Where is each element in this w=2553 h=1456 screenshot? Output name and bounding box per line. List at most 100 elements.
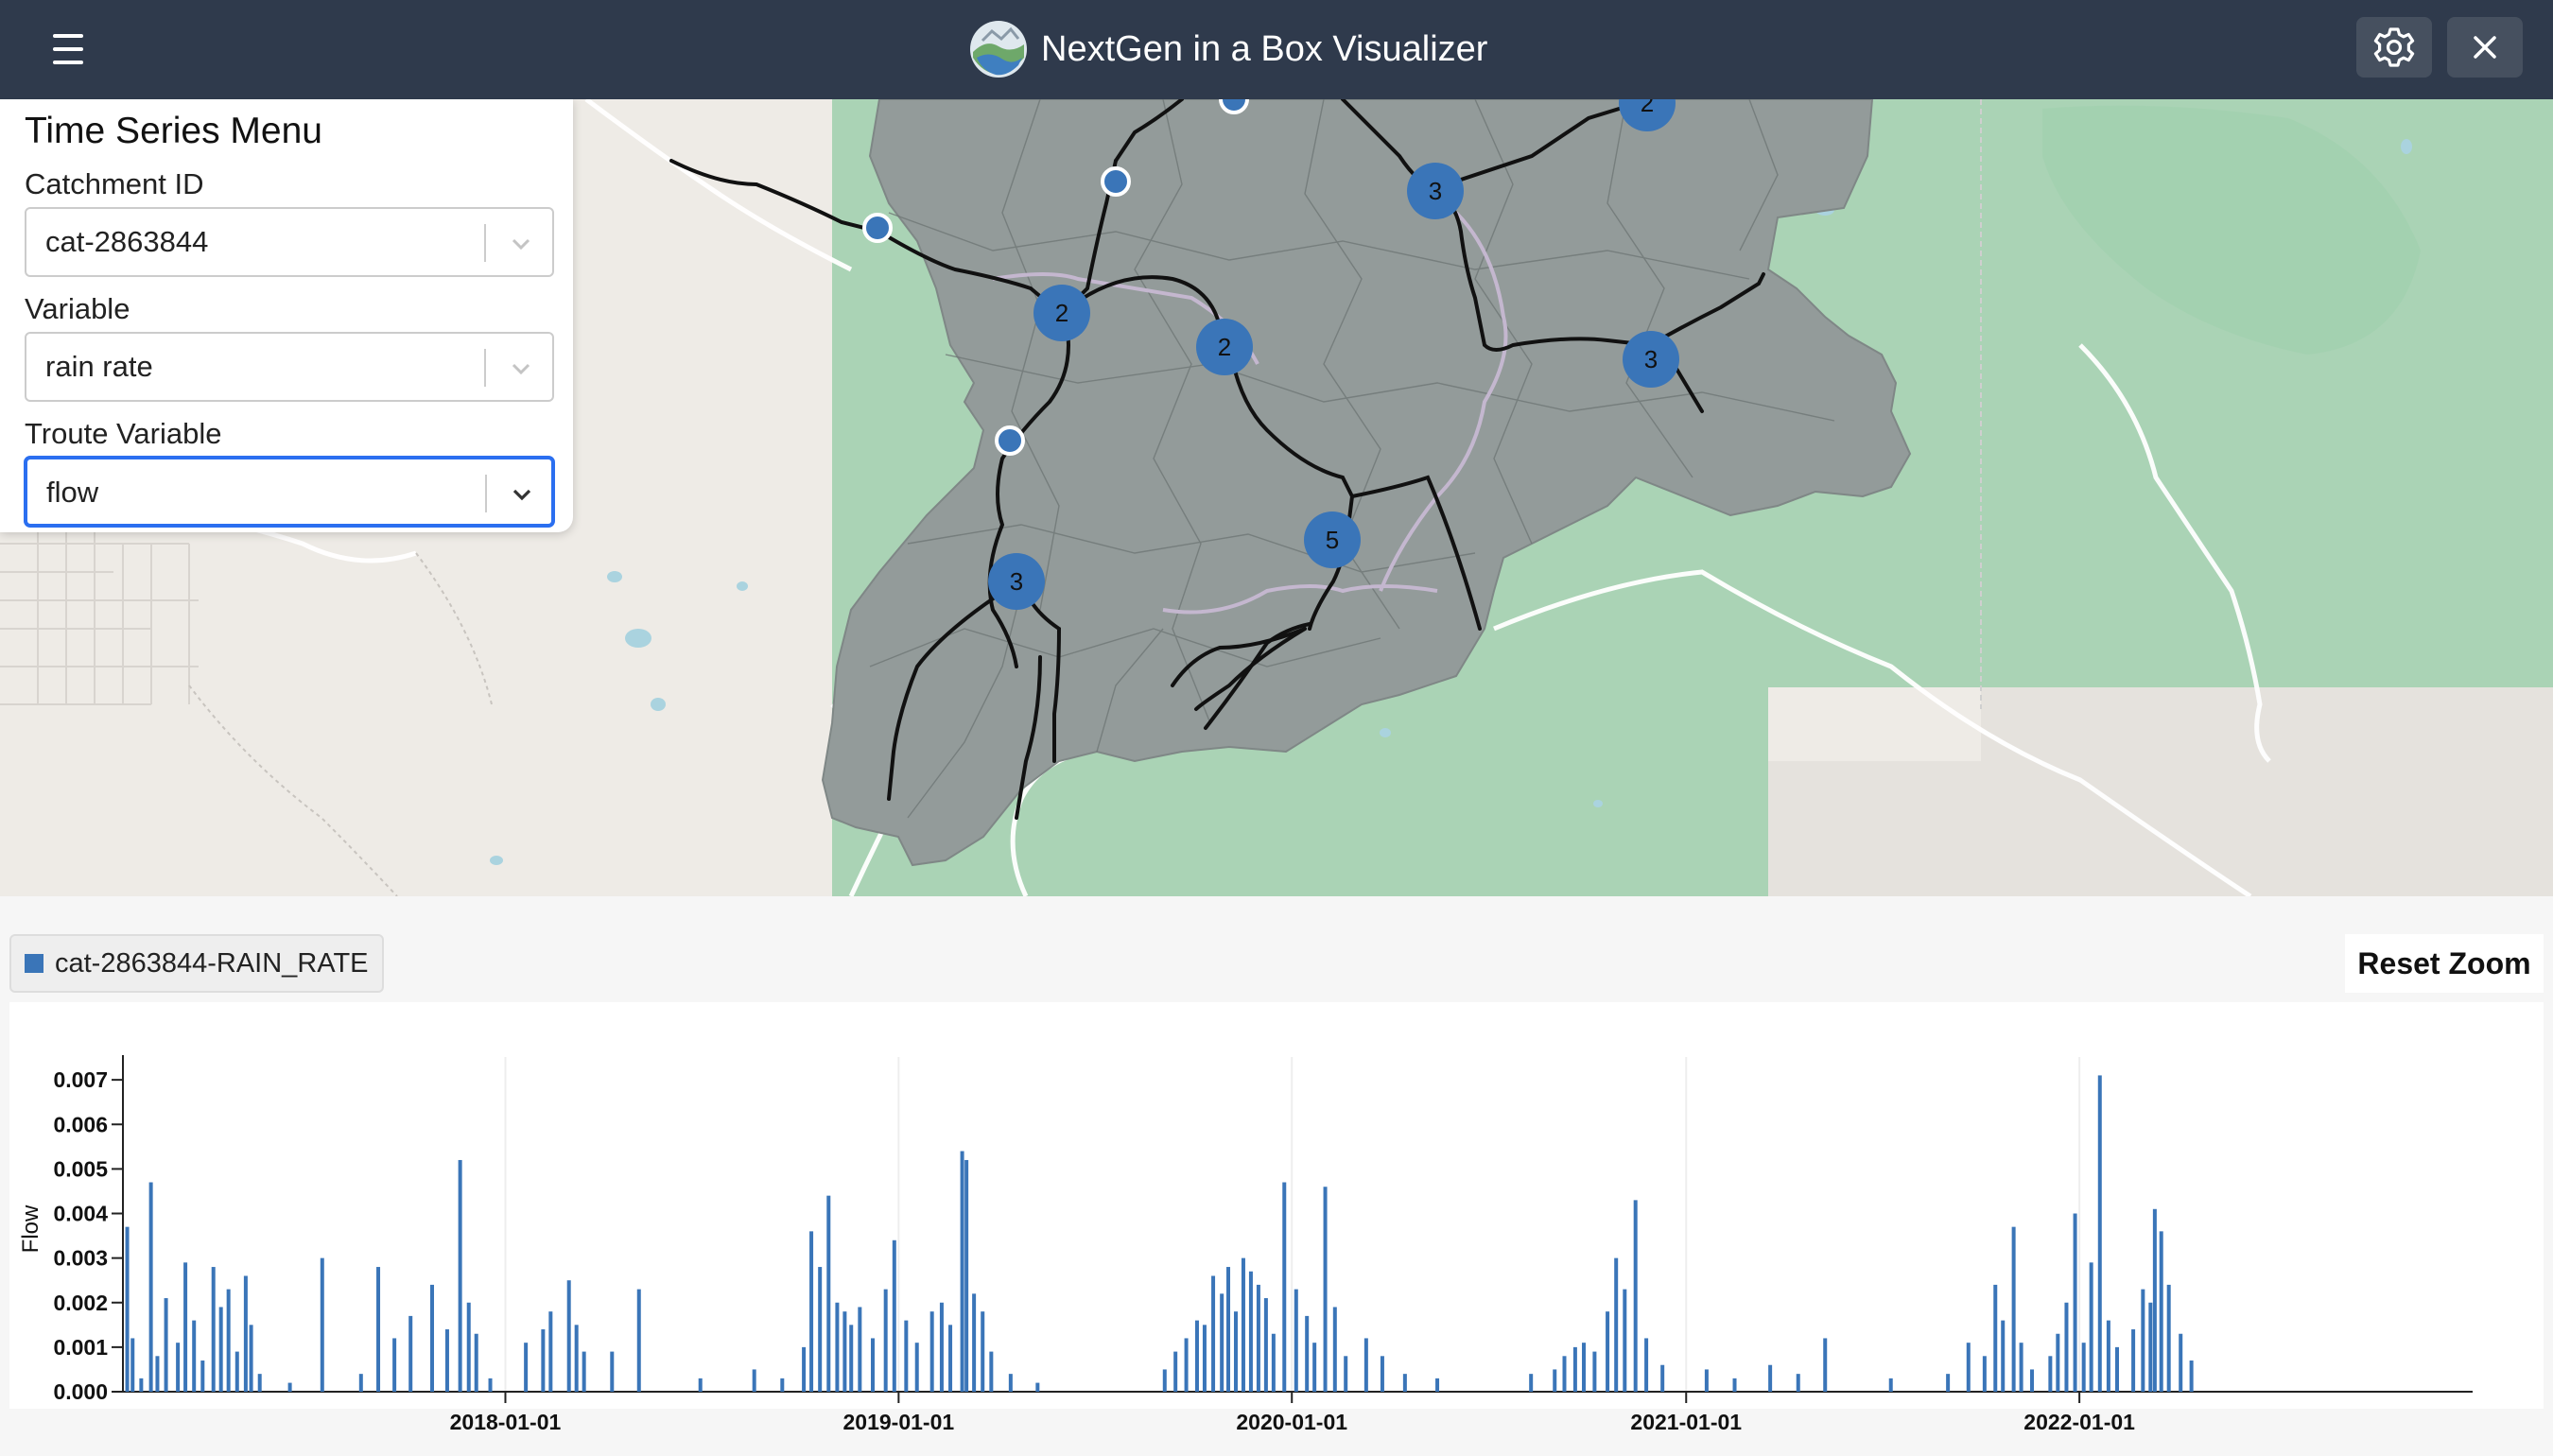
- nexus-cluster-marker[interactable]: 3: [1407, 163, 1464, 219]
- chart-bar[interactable]: [243, 1275, 248, 1392]
- chart-bar[interactable]: [139, 1378, 144, 1392]
- chart-bar[interactable]: [1562, 1356, 1567, 1392]
- chart-bar[interactable]: [1184, 1338, 1189, 1392]
- chart-bar[interactable]: [989, 1351, 994, 1392]
- chart-bar[interactable]: [541, 1329, 546, 1392]
- chart-bar[interactable]: [892, 1239, 896, 1392]
- chart-bar[interactable]: [1553, 1369, 1557, 1392]
- chart-bar[interactable]: [939, 1302, 944, 1392]
- chart-bar[interactable]: [466, 1302, 471, 1392]
- chart-bar[interactable]: [1823, 1338, 1828, 1392]
- chart-bar[interactable]: [488, 1378, 493, 1392]
- chart-bar[interactable]: [1173, 1351, 1178, 1392]
- chart-bar[interactable]: [849, 1325, 854, 1392]
- chart-bar[interactable]: [2106, 1320, 2110, 1392]
- chart-bar[interactable]: [1248, 1271, 1253, 1392]
- chart-bar[interactable]: [1768, 1364, 1773, 1392]
- nexus-point[interactable]: [862, 213, 893, 243]
- chart-bar[interactable]: [1332, 1307, 1337, 1392]
- troute-variable-select[interactable]: flow: [25, 457, 554, 527]
- chart-bar[interactable]: [1582, 1343, 1587, 1392]
- chart-bar[interactable]: [1982, 1356, 1987, 1392]
- chart-bar[interactable]: [780, 1378, 785, 1392]
- chart-bar[interactable]: [320, 1257, 324, 1392]
- chevron-down-icon[interactable]: [505, 353, 537, 385]
- chart-bar[interactable]: [2019, 1343, 2023, 1392]
- chart-bar[interactable]: [287, 1382, 292, 1392]
- chart-bar[interactable]: [257, 1374, 262, 1392]
- chart-bar[interactable]: [444, 1329, 449, 1392]
- chart-bar[interactable]: [2048, 1356, 2053, 1392]
- chart-bar[interactable]: [1380, 1356, 1384, 1392]
- chart-bar[interactable]: [1194, 1320, 1199, 1392]
- chart-bar[interactable]: [1241, 1257, 1245, 1392]
- chart-bar[interactable]: [566, 1280, 571, 1392]
- chart-bar[interactable]: [524, 1343, 529, 1392]
- chart-bar[interactable]: [883, 1289, 888, 1392]
- chart-bar[interactable]: [1966, 1343, 1971, 1392]
- chart-bar[interactable]: [458, 1159, 462, 1392]
- chart-bar[interactable]: [2089, 1262, 2093, 1392]
- time-series-chart[interactable]: 0.000 0.001 0.002 0.003 0.004 0.005 0.006 0.007…: [0, 896, 2553, 1456]
- chart-bar[interactable]: [964, 1159, 969, 1392]
- chart-bar[interactable]: [1704, 1369, 1709, 1392]
- chart-bar[interactable]: [2011, 1226, 2016, 1392]
- chart-bar[interactable]: [636, 1289, 641, 1392]
- chart-bar[interactable]: [1946, 1374, 1951, 1392]
- chart-bar[interactable]: [2179, 1333, 2183, 1392]
- chart-bar[interactable]: [155, 1356, 160, 1392]
- chart-bar[interactable]: [1263, 1298, 1268, 1392]
- chart-bar[interactable]: [1572, 1346, 1577, 1392]
- nexus-cluster-marker[interactable]: 3: [988, 553, 1045, 610]
- chart-bar[interactable]: [474, 1333, 478, 1392]
- chart-bar[interactable]: [548, 1311, 553, 1392]
- chevron-down-icon[interactable]: [505, 228, 537, 260]
- chart-bar[interactable]: [1363, 1338, 1368, 1392]
- chart-bar[interactable]: [835, 1302, 840, 1392]
- chart-bar[interactable]: [392, 1338, 397, 1392]
- chart-bar[interactable]: [1220, 1293, 1224, 1392]
- chart-bar[interactable]: [929, 1311, 934, 1392]
- chart-bar[interactable]: [2097, 1075, 2102, 1392]
- chart-bar[interactable]: [1402, 1374, 1407, 1392]
- chart-bar[interactable]: [2115, 1346, 2120, 1392]
- chart-bar[interactable]: [582, 1351, 586, 1392]
- chart-bar[interactable]: [1323, 1187, 1328, 1392]
- chart-bar[interactable]: [2148, 1302, 2153, 1392]
- chart-bar[interactable]: [130, 1338, 135, 1392]
- chart-bar[interactable]: [818, 1267, 823, 1392]
- catchment-id-select[interactable]: cat-2863844: [25, 207, 554, 277]
- chart-bar[interactable]: [1305, 1315, 1310, 1392]
- chart-bar[interactable]: [200, 1361, 205, 1392]
- chart-bar[interactable]: [914, 1343, 919, 1392]
- chart-bar[interactable]: [2001, 1320, 2006, 1392]
- chart-bar[interactable]: [1256, 1284, 1260, 1392]
- chart-bar[interactable]: [211, 1267, 216, 1392]
- chart-bar[interactable]: [1644, 1338, 1649, 1392]
- chart-bar[interactable]: [1202, 1325, 1207, 1392]
- chart-bar[interactable]: [842, 1311, 847, 1392]
- chart-bar[interactable]: [1614, 1257, 1619, 1392]
- chart-bar[interactable]: [2073, 1213, 2077, 1392]
- chart-bar[interactable]: [2141, 1289, 2145, 1392]
- chart-bar[interactable]: [2159, 1231, 2163, 1392]
- nexus-cluster-marker[interactable]: 2: [1033, 285, 1090, 341]
- chart-bar[interactable]: [972, 1293, 977, 1392]
- close-button[interactable]: [2447, 17, 2523, 78]
- chart-bar[interactable]: [1435, 1378, 1440, 1392]
- chart-bar[interactable]: [871, 1338, 876, 1392]
- chart-bar[interactable]: [1633, 1200, 1638, 1392]
- chart-bar[interactable]: [752, 1369, 756, 1392]
- chart-bar[interactable]: [1282, 1182, 1287, 1392]
- chart-bar[interactable]: [802, 1346, 807, 1392]
- chart-bar[interactable]: [1294, 1289, 1298, 1392]
- chart-bar[interactable]: [125, 1226, 130, 1392]
- chart-bar[interactable]: [2064, 1302, 2069, 1392]
- chart-bar[interactable]: [2131, 1329, 2136, 1392]
- chart-bar[interactable]: [1592, 1351, 1597, 1392]
- chart-bar[interactable]: [1008, 1374, 1013, 1392]
- settings-button[interactable]: [2356, 17, 2432, 78]
- chart-bar[interactable]: [960, 1151, 964, 1392]
- chart-bar[interactable]: [1035, 1382, 1040, 1392]
- chart-bar[interactable]: [408, 1315, 413, 1392]
